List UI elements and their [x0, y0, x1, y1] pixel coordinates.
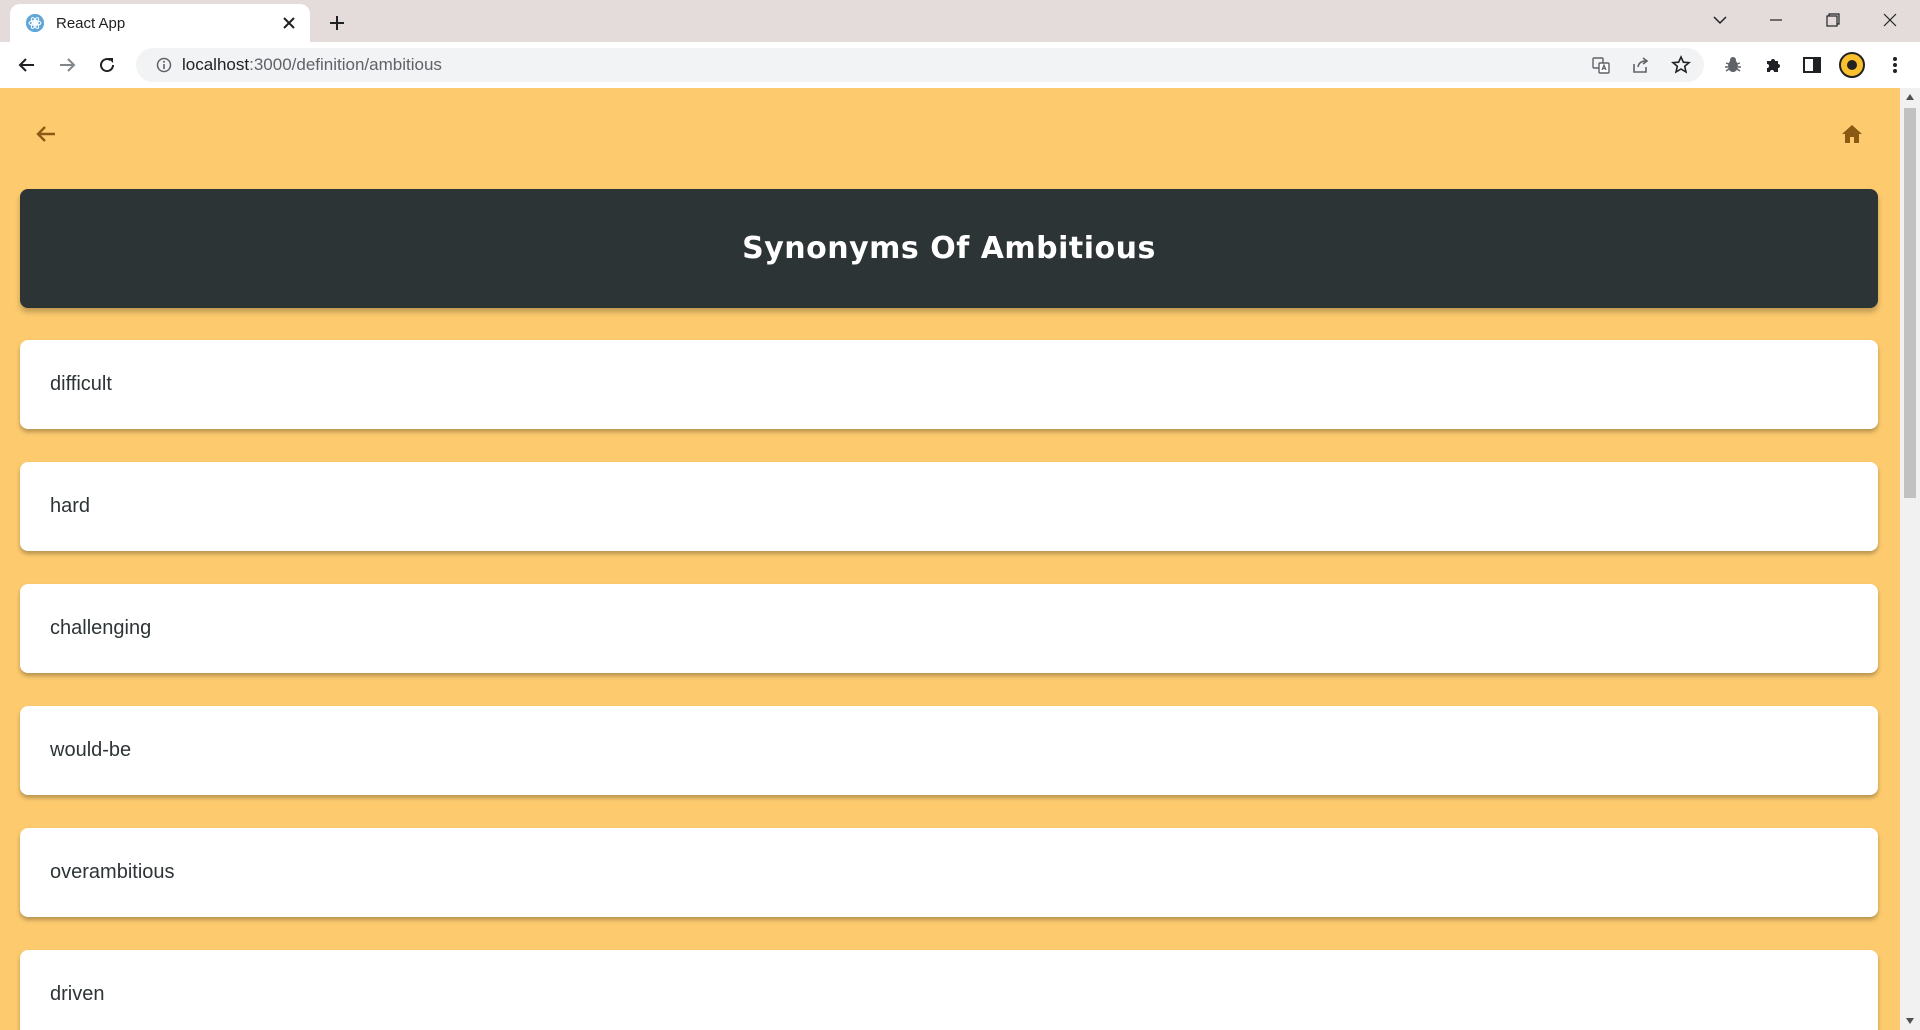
synonym-card[interactable]: overambitious: [20, 828, 1878, 917]
react-favicon-icon: [26, 14, 44, 32]
browser-toolbar: localhost:3000/definition/ambitious: [0, 42, 1920, 88]
page-scrollbar[interactable]: [1900, 88, 1920, 1030]
url-host: localhost: [182, 55, 250, 74]
side-panel-icon[interactable]: [1797, 50, 1827, 80]
url-path: :3000/definition/ambitious: [249, 55, 442, 74]
site-info-icon[interactable]: [146, 48, 182, 82]
synonym-card[interactable]: driven: [20, 950, 1878, 1030]
profile-avatar[interactable]: [1837, 50, 1867, 80]
synonym-label: hard: [50, 495, 91, 517]
home-button[interactable]: [1834, 118, 1870, 154]
restore-icon[interactable]: [1805, 0, 1861, 40]
browser-tabstrip: React App: [0, 0, 1920, 42]
back-button[interactable]: [28, 118, 64, 154]
browser-menu-icon[interactable]: [1880, 50, 1910, 80]
page-header: Synonyms Of Ambitious: [20, 189, 1878, 308]
reload-icon[interactable]: [91, 49, 123, 81]
url-text: localhost:3000/definition/ambitious: [182, 55, 442, 75]
browser-tab[interactable]: React App: [10, 4, 310, 42]
close-window-icon[interactable]: [1862, 0, 1918, 40]
home-icon: [1840, 122, 1864, 151]
arrow-left-icon: [34, 122, 58, 151]
scroll-down-arrow-icon[interactable]: [1900, 1012, 1920, 1030]
bookmark-star-icon[interactable]: [1666, 51, 1696, 79]
synonym-label: challenging: [50, 617, 152, 639]
bug-extension-icon[interactable]: [1718, 50, 1748, 80]
minimize-icon[interactable]: [1748, 0, 1804, 40]
page-title: Synonyms Of Ambitious: [742, 231, 1156, 266]
synonym-card[interactable]: difficult: [20, 340, 1878, 429]
tab-title: React App: [56, 14, 126, 32]
translate-icon[interactable]: [1586, 51, 1616, 79]
synonym-card[interactable]: would-be: [20, 706, 1878, 795]
page-content: Synonyms Of Ambitious difficult hard cha…: [0, 88, 1900, 1030]
scroll-thumb[interactable]: [1904, 108, 1916, 498]
extensions-puzzle-icon[interactable]: [1758, 50, 1788, 80]
tab-search-icon[interactable]: [1692, 0, 1748, 40]
share-icon[interactable]: [1626, 51, 1656, 79]
browser-back-icon[interactable]: [11, 49, 43, 81]
address-bar[interactable]: localhost:3000/definition/ambitious: [136, 48, 1704, 82]
synonym-label: would-be: [50, 739, 132, 761]
synonym-card[interactable]: hard: [20, 462, 1878, 551]
synonym-list: difficult hard challenging would-be over…: [20, 340, 1878, 1030]
synonym-label: difficult: [50, 373, 112, 395]
browser-forward-icon[interactable]: [51, 49, 83, 81]
new-tab-icon[interactable]: [323, 9, 351, 37]
scroll-up-arrow-icon[interactable]: [1900, 88, 1920, 106]
synonym-label: driven: [50, 983, 105, 1005]
synonym-label: overambitious: [50, 861, 175, 883]
close-tab-icon[interactable]: [278, 12, 300, 34]
synonym-card[interactable]: challenging: [20, 584, 1878, 673]
